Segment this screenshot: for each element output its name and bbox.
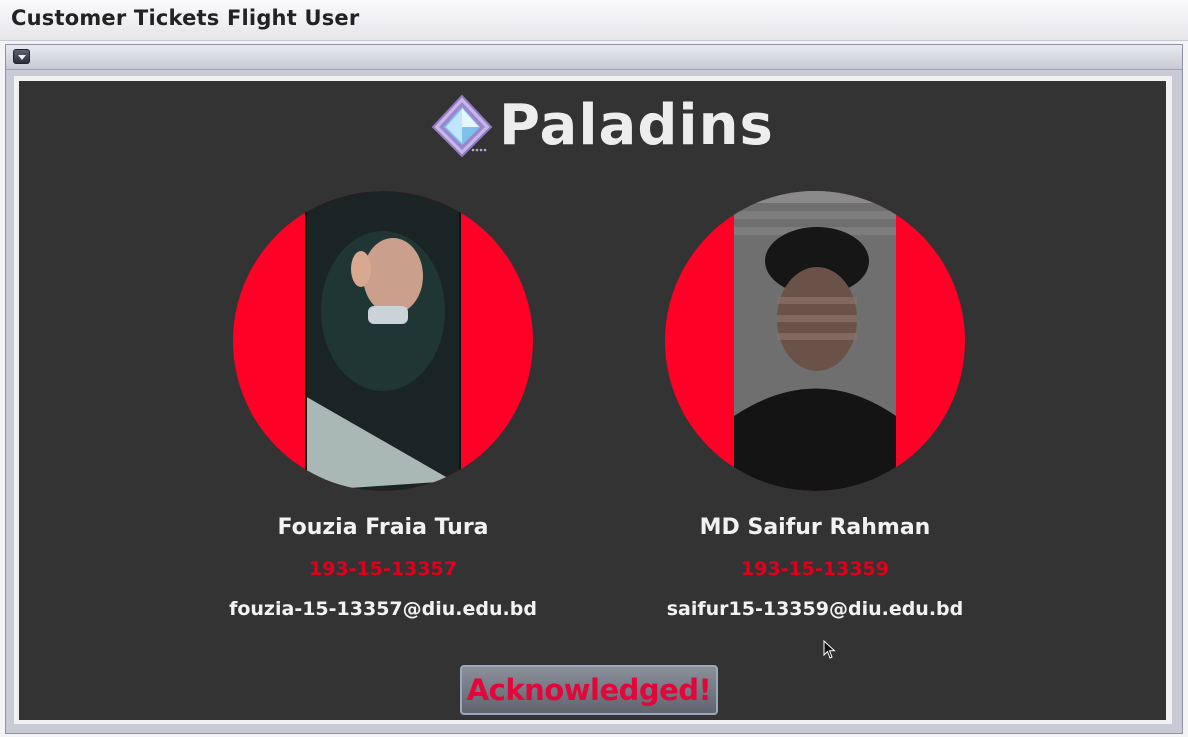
content-area: Paladins Fouzia Fraia Tura 193-15-13357 … [14, 76, 1172, 724]
frame-menu-button[interactable] [13, 49, 30, 64]
member-card: MD Saifur Rahman 193-15-13359 saifur15-1… [605, 191, 1025, 620]
acknowledged-button-label: Acknowledged! [466, 673, 712, 707]
frame-title-bar [6, 45, 1182, 70]
mouse-cursor-icon [823, 640, 836, 659]
member-email: fouzia-15-13357@diu.edu.bd [229, 598, 537, 620]
member-name: Fouzia Fraia Tura [277, 515, 489, 540]
crystal-gem-icon [431, 94, 493, 158]
brand-header: Paladins [429, 91, 774, 161]
brand-name: Paladins [499, 93, 774, 158]
acknowledged-button[interactable]: Acknowledged! [460, 665, 718, 715]
member-email: saifur15-13359@diu.edu.bd [666, 598, 964, 620]
member-photo [665, 191, 965, 491]
member-id: 193-15-13359 [741, 558, 889, 580]
member-id: 193-15-13357 [309, 558, 457, 580]
member-photo [233, 191, 533, 491]
acknowledgement-panel: Paladins Fouzia Fraia Tura 193-15-13357 … [19, 81, 1166, 720]
title-bar: Customer Tickets Flight User [0, 0, 1188, 41]
member-card: Fouzia Fraia Tura 193-15-13357 fouzia-15… [173, 191, 593, 620]
window-title: Customer Tickets Flight User [11, 6, 360, 30]
member-name: MD Saifur Rahman [699, 515, 931, 540]
chevron-down-icon [18, 55, 26, 60]
